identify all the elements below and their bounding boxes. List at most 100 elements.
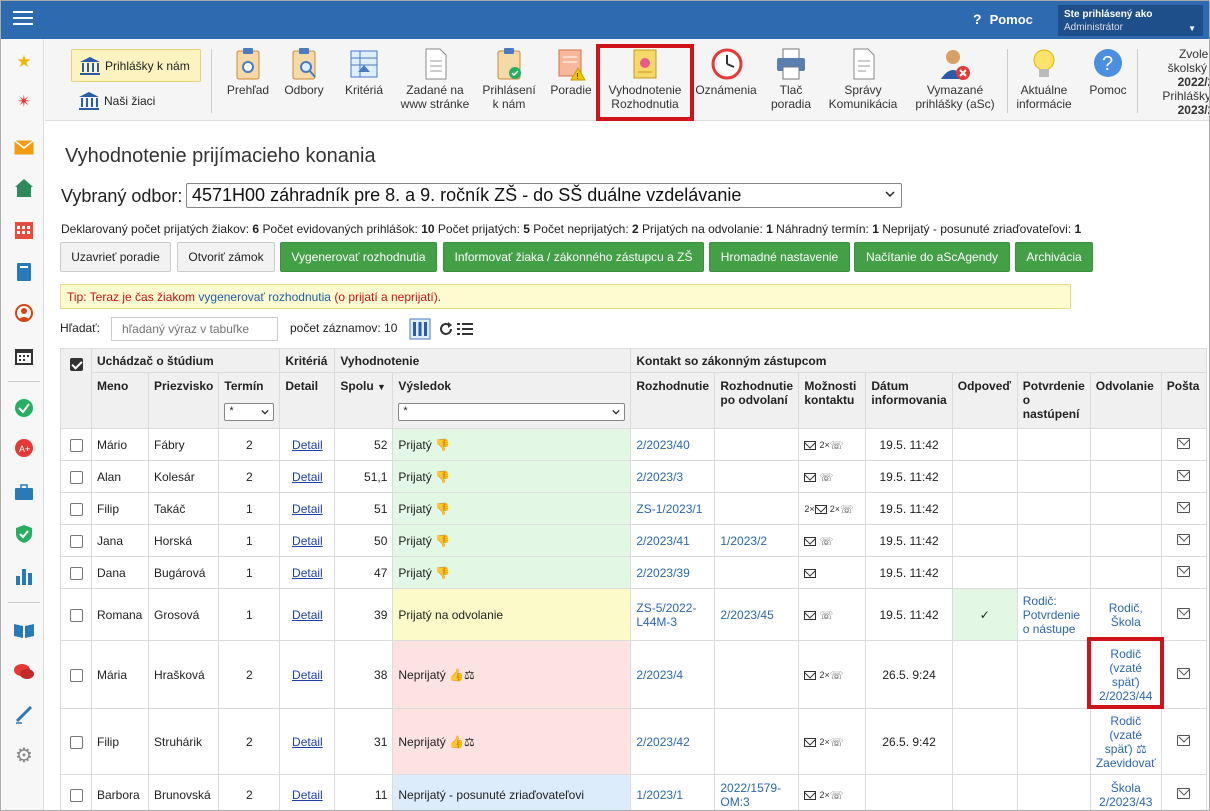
col-moznosti[interactable]: Možnosti kontaktu — [798, 372, 867, 429]
cell-rozhodnutie-odvolanie[interactable] — [714, 640, 800, 709]
mail-icon[interactable] — [1177, 565, 1191, 577]
prihlasky-button[interactable]: Prihlášky k nám — [71, 49, 201, 82]
cell-rozhodnutie-odvolanie[interactable] — [714, 428, 800, 461]
mail-icon[interactable] — [1177, 787, 1191, 799]
person-icon[interactable] — [13, 303, 35, 325]
envelope-icon[interactable] — [804, 569, 817, 579]
nasi-ziaci-button[interactable]: Naši žiaci — [71, 87, 201, 115]
ribbon-spravy[interactable]: Správy Komunikácia — [823, 47, 903, 111]
col-termin[interactable]: Termín * — [218, 372, 281, 429]
row-checkbox[interactable] — [69, 470, 83, 484]
schedule-icon[interactable] — [13, 345, 35, 367]
home-icon[interactable] — [13, 177, 35, 199]
cell-potvrdenie[interactable] — [1016, 460, 1091, 493]
row-checkbox[interactable] — [69, 534, 83, 548]
mail-icon[interactable] — [1177, 667, 1191, 679]
col-spolu[interactable]: Spolu ▼ — [334, 372, 394, 429]
col-datum[interactable]: Dátum informovania — [865, 372, 953, 429]
phone-icon[interactable]: ☏ — [830, 736, 844, 749]
mail-icon[interactable] — [13, 136, 35, 158]
unlock-button[interactable]: Otvoriť zámok — [177, 242, 275, 272]
cell-odvolanie[interactable] — [1089, 556, 1162, 589]
row-checkbox[interactable] — [69, 608, 83, 622]
envelope-icon[interactable] — [814, 504, 827, 514]
ribbon-aktualne[interactable]: Aktuálne informácie — [1009, 47, 1079, 111]
columns-icon[interactable] — [409, 318, 431, 340]
ribbon-pomoc[interactable]: ? Pomoc — [1085, 47, 1131, 97]
cell-potvrdenie[interactable] — [1016, 556, 1091, 589]
cell-rozhodnutie[interactable]: 2/2023/4 — [630, 640, 716, 709]
envelope-icon[interactable] — [804, 536, 817, 546]
table-row[interactable]: Barbora Brunovská 2 Detail 11 Neprijatý - pos… — [60, 774, 1207, 810]
phone-icon[interactable]: ☏ — [819, 471, 833, 484]
cell-potvrdenie[interactable] — [1016, 492, 1091, 525]
detail-link[interactable]: Detail — [292, 735, 323, 749]
detail-link[interactable]: Detail — [292, 502, 323, 516]
help-link[interactable]: ? Pomoc — [973, 11, 1033, 27]
envelope-icon[interactable] — [804, 610, 817, 620]
tip-link[interactable]: vygenerovať rozhodnutia — [198, 290, 331, 304]
shield-icon[interactable] — [13, 523, 35, 545]
cell-rozhodnutie-odvolanie[interactable] — [714, 460, 800, 493]
row-checkbox[interactable] — [69, 502, 83, 516]
table-row[interactable]: Dana Bugárová 1 Detail 47 Prijatý 👎 2/2023/39 … — [60, 556, 1207, 589]
mail-icon[interactable] — [1177, 469, 1191, 481]
table-row[interactable]: Romana Grosová 1 Detail 39 Prijatý na odvolan… — [60, 588, 1207, 641]
mail-icon[interactable] — [1177, 607, 1191, 619]
search-input[interactable] — [111, 317, 278, 341]
cell-odvolanie[interactable] — [1089, 428, 1162, 461]
grade-icon[interactable]: A+ — [13, 437, 35, 459]
ribbon-vymazane[interactable]: Vymazané prihlášky (aSc) — [907, 47, 1003, 111]
col-rozhodnutie[interactable]: Rozhodnutie — [630, 372, 716, 429]
table-row[interactable]: Mário Fábry 2 Detail 52 Prijatý 👎 2/2023/40 2×… — [60, 428, 1207, 461]
cell-potvrdenie[interactable] — [1016, 708, 1091, 775]
row-checkbox[interactable] — [69, 735, 83, 749]
load-ascagenda-button[interactable]: Načítanie do aScAgendy — [854, 242, 1010, 272]
termin-filter[interactable]: * — [224, 403, 275, 421]
cell-potvrdenie[interactable] — [1016, 640, 1091, 709]
col-rozhodnutie-odvolanie[interactable]: Rozhodnutie po odvolaní — [714, 372, 800, 429]
col-odvolanie[interactable]: Odvolanie — [1089, 372, 1162, 429]
mail-icon[interactable] — [1177, 437, 1191, 449]
detail-link[interactable]: Detail — [292, 608, 323, 622]
cell-potvrdenie[interactable] — [1016, 774, 1091, 810]
cell-vysledok[interactable]: Neprijatý - posunuté zriaďovateľovi — [392, 774, 632, 810]
mail-icon[interactable] — [1177, 734, 1191, 746]
ribbon-kriteria[interactable]: Kritériá — [339, 47, 389, 97]
phone-icon[interactable]: ☏ — [819, 535, 833, 548]
envelope-icon[interactable] — [804, 737, 817, 747]
ribbon-poradie[interactable]: ! Poradie — [545, 47, 597, 97]
gear-icon[interactable]: ⚙ — [13, 745, 35, 767]
cell-vysledok[interactable]: Neprijatý 👍⚖ — [392, 640, 632, 709]
cell-rozhodnutie[interactable]: 2/2023/40 — [630, 428, 716, 461]
cell-rozhodnutie-odvolanie[interactable]: 1/2023/2 — [714, 524, 800, 557]
table-row[interactable]: Filip Takáč 1 Detail 51 Prijatý 👎 ZS-1/2023/1 2… — [60, 492, 1207, 525]
detail-link[interactable]: Detail — [292, 470, 323, 484]
phone-icon[interactable]: ☏ — [840, 503, 854, 516]
cell-odvolanie[interactable]: Rodič, Škola — [1089, 588, 1162, 641]
magic-wand-icon[interactable]: ✴ — [13, 91, 35, 113]
cell-potvrdenie[interactable] — [1016, 428, 1091, 461]
col-vysledok[interactable]: Výsledok * — [392, 372, 632, 429]
vysledok-filter[interactable]: * — [398, 403, 626, 421]
table-row[interactable]: Jana Horská 1 Detail 50 Prijatý 👎 2/2023/41 1/2… — [60, 524, 1207, 557]
menu-icon[interactable] — [13, 11, 33, 27]
ribbon-odbory[interactable]: Odbory — [281, 47, 327, 97]
cell-rozhodnutie[interactable]: 2/2023/39 — [630, 556, 716, 589]
calendar-icon[interactable] — [13, 219, 35, 241]
cell-vysledok[interactable]: Prijatý na odvolanie — [392, 588, 632, 641]
cell-odvolanie[interactable]: Rodič (vzaté späť) ⚖ Zaevidovať — [1089, 708, 1162, 775]
phone-icon[interactable]: ☏ — [830, 789, 844, 802]
envelope-icon[interactable] — [804, 670, 817, 680]
cell-odvolanie[interactable] — [1089, 460, 1162, 493]
col-priezvisko[interactable]: Priezvisko — [147, 372, 220, 429]
ribbon-prehlad[interactable]: Prehľad — [225, 47, 271, 97]
col-odpoved[interactable]: Odpoveď — [951, 372, 1018, 429]
ribbon-oznamenia[interactable]: Oznámenia — [693, 47, 759, 97]
cell-vysledok[interactable]: Prijatý 👎 — [392, 492, 632, 525]
cell-rozhodnutie-odvolanie[interactable] — [714, 708, 800, 775]
row-checkbox[interactable] — [69, 566, 83, 580]
select-all-checkbox[interactable] — [69, 358, 83, 372]
bar-chart-icon[interactable] — [13, 565, 35, 587]
cell-rozhodnutie[interactable]: 2/2023/3 — [630, 460, 716, 493]
